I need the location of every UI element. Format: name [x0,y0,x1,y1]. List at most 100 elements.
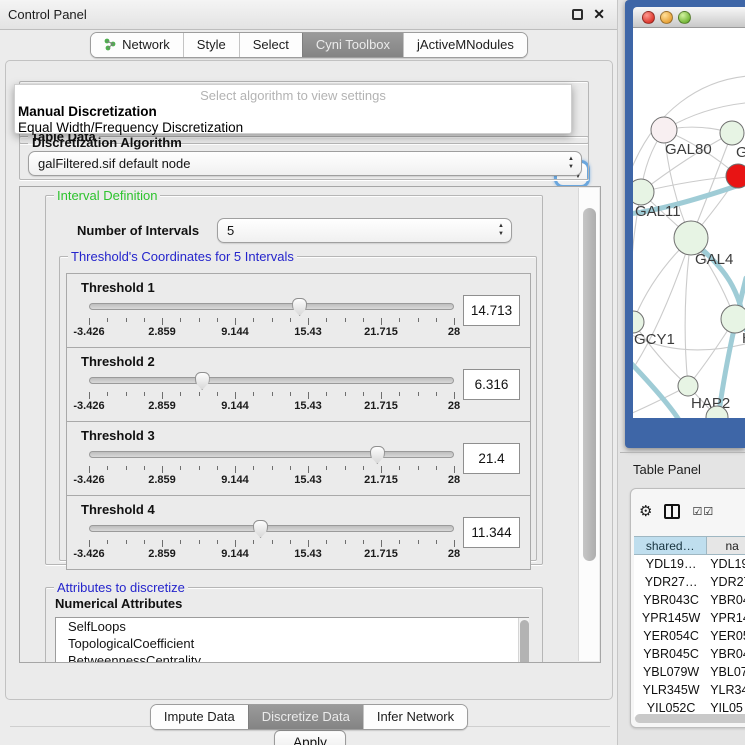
tick-mark [180,392,181,396]
table-data-combobox[interactable]: galFiltered.sif default node ▲▼ [28,151,582,176]
algorithm-option[interactable]: Equal Width/Frequency Discretization [15,120,571,136]
network-node[interactable] [633,311,644,333]
tab-network[interactable]: Network [91,33,183,57]
threshold-value-field[interactable]: 6.316 [463,369,520,400]
number-of-intervals-combobox[interactable]: 5 ▲▼ [217,218,512,243]
attribute-list-item[interactable]: SelfLoops [56,618,528,635]
algorithm-option[interactable]: Manual Discretization [15,104,571,120]
cell-name[interactable]: YLR34 [708,681,745,699]
float-window-icon[interactable] [572,9,583,20]
algorithm-dropdown-popup: Select algorithm to view settings Manual… [14,84,572,134]
bottom-tab-label: Discretize Data [262,709,350,724]
cell-name[interactable]: YBR04 [708,591,745,609]
table-row[interactable]: YDL19…YDL19 [634,555,745,573]
tick-mark [290,540,291,544]
interval-definition-label: Interval Definition [54,188,160,203]
network-node[interactable] [726,164,745,188]
tab-style[interactable]: Style [183,33,239,57]
threshold-slider-track[interactable] [89,377,454,384]
bottom-tab-infer-network[interactable]: Infer Network [363,705,467,729]
cell-name[interactable]: YBL07 [708,663,745,681]
columns-icon[interactable] [664,504,680,519]
numerical-attributes-list[interactable]: SelfLoopsTopologicalCoefficientBetweenne… [55,617,529,662]
select-checkboxes-icon[interactable]: ☑☑ [692,505,714,518]
tab-select[interactable]: Select [239,33,302,57]
attributes-list-scrollbar[interactable] [518,618,529,662]
tab-jactivemnodules[interactable]: jActiveMNodules [403,33,527,57]
tick-mark [381,392,382,399]
bottom-tab-discretize-data[interactable]: Discretize Data [248,705,363,729]
threshold-value-field[interactable]: 14.713 [463,295,520,326]
table-row[interactable]: YBR045CYBR04 [634,645,745,663]
threshold-slider-track[interactable] [89,303,454,310]
tick-mark [454,318,455,325]
panel-divider[interactable] [620,452,745,453]
attributes-scrollbar-thumb[interactable] [520,620,529,662]
network-node[interactable] [720,121,744,145]
cell-name[interactable]: YDR27 [708,573,745,591]
close-icon[interactable]: ✕ [593,6,605,23]
close-light-icon[interactable] [642,11,655,24]
cell-shared-name[interactable]: YLR345W [634,681,708,699]
threshold-value-field[interactable]: 11.344 [463,517,520,548]
network-node[interactable] [633,179,654,205]
attribute-list-item[interactable]: BetweennessCentrality [56,652,528,662]
gear-icon[interactable]: ⚙ [639,502,652,520]
network-node[interactable] [651,117,677,143]
threshold-slider-thumb[interactable] [195,372,210,390]
apply-button[interactable]: Apply [274,730,346,745]
tick-mark [418,318,419,322]
table-row[interactable]: YPR145WYPR14 [634,609,745,627]
cell-name[interactable]: YDL19 [708,555,745,573]
tick-mark [272,318,273,322]
cell-shared-name[interactable]: YBL079W [634,663,708,681]
network-window-titlebar[interactable] [633,7,745,28]
threshold-value-field[interactable]: 21.4 [463,443,520,474]
cell-name[interactable]: YER05 [708,627,745,645]
threshold-slider-track[interactable] [89,451,454,458]
table-row[interactable]: YDR27…YDR27 [634,573,745,591]
minimize-light-icon[interactable] [660,11,673,24]
column-header-name[interactable]: na [707,537,745,554]
tick-label: 15.43 [294,400,322,412]
table-row[interactable]: YBR043CYBR04 [634,591,745,609]
bottom-tab-impute-data[interactable]: Impute Data [151,705,248,729]
cell-name[interactable]: YBR04 [708,645,745,663]
network-view-window[interactable]: GAL80GAGAL11GAL4GCY1HHAP2 [625,0,745,448]
network-node[interactable] [721,305,745,333]
threshold-slider-thumb[interactable] [370,446,385,464]
cell-shared-name[interactable]: YBR045C [634,645,708,663]
zoom-light-icon[interactable] [678,11,691,24]
cell-shared-name[interactable]: YER054C [634,627,708,645]
tick-mark [308,466,309,473]
tick-label: -3.426 [73,548,104,560]
attribute-list-item[interactable]: TopologicalCoefficient [56,635,528,652]
table-horizontal-scrollbar[interactable] [635,714,745,723]
threshold-slider-track[interactable] [89,525,454,532]
number-of-intervals-label: Number of Intervals [77,223,199,238]
tick-mark [436,318,437,322]
settings-scrollbar-thumb[interactable] [583,208,596,561]
table-row[interactable]: YBL079WYBL07 [634,663,745,681]
table-row[interactable]: YER054CYER05 [634,627,745,645]
threshold-slider-thumb[interactable] [253,520,268,538]
tick-mark [253,392,254,396]
network-node[interactable] [678,376,698,396]
tick-mark [454,392,455,399]
column-header-shared[interactable]: shared… [634,537,707,554]
cell-shared-name[interactable]: YBR043C [634,591,708,609]
tick-mark [399,392,400,396]
tick-mark [399,540,400,544]
tick-label: 2.859 [148,548,176,560]
network-canvas[interactable]: GAL80GAGAL11GAL4GCY1HHAP2 [633,28,745,418]
cell-name[interactable]: YPR14 [708,609,745,627]
tick-label: 9.144 [221,474,249,486]
cell-shared-name[interactable]: YDR27… [634,573,708,591]
cell-shared-name[interactable]: YPR145W [634,609,708,627]
threshold-slider-thumb[interactable] [292,298,307,316]
settings-scrollbar[interactable] [578,188,599,661]
cell-shared-name[interactable]: YDL19… [634,555,708,573]
tab-cyni-toolbox[interactable]: Cyni Toolbox [302,33,403,57]
table-row[interactable]: YLR345WYLR34 [634,681,745,699]
network-node[interactable] [674,221,708,255]
